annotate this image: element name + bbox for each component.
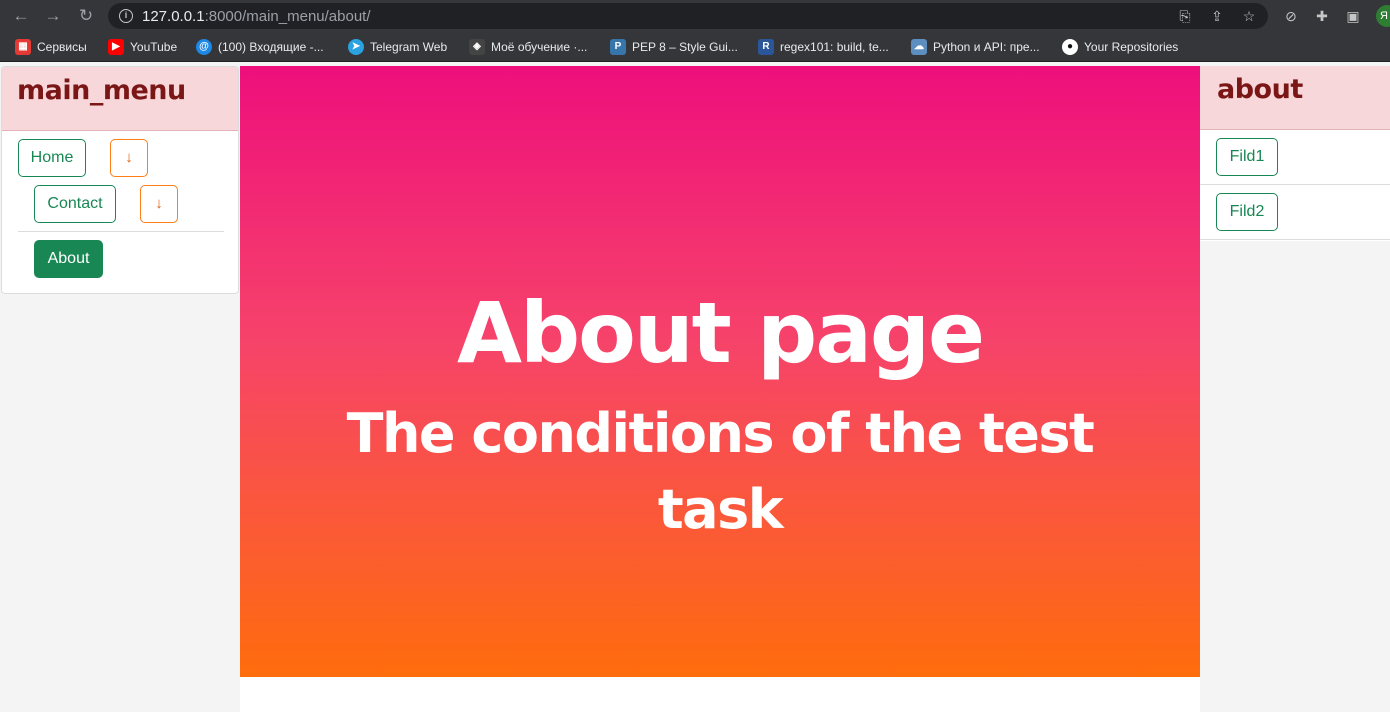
bookmark-label: regex101: build, te... bbox=[780, 40, 889, 54]
about-button[interactable]: About bbox=[34, 240, 103, 278]
contact-expand-arrow-icon[interactable]: ↓ bbox=[140, 185, 178, 223]
content-area bbox=[240, 677, 1200, 712]
about-menu-card: about Fild1 Fild2 bbox=[1200, 66, 1390, 241]
list-item: Fild2 bbox=[1200, 185, 1390, 240]
bookmark-telegram[interactable]: ➤ Telegram Web bbox=[348, 38, 447, 56]
extension-icon[interactable]: ⊘ bbox=[1281, 6, 1301, 26]
cloud-icon: ☁ bbox=[911, 39, 927, 55]
bookmarks-bar: ▦ Сервисы ▶ YouTube @ (100) Входящие -..… bbox=[0, 32, 1390, 62]
youtube-icon: ▶ bbox=[108, 39, 124, 55]
reload-icon[interactable]: ↻ bbox=[75, 5, 97, 27]
fild2-button[interactable]: Fild2 bbox=[1216, 193, 1278, 231]
about-menu-title: about bbox=[1217, 74, 1303, 105]
regex101-icon: R bbox=[758, 39, 774, 55]
home-button[interactable]: Home bbox=[18, 139, 86, 177]
url-text[interactable]: 127.0.0.1:8000/main_menu/about/ bbox=[142, 8, 371, 25]
about-menu-header: about bbox=[1200, 66, 1390, 130]
bookmark-label: Моё обучение ·... bbox=[491, 40, 588, 54]
bookmark-pep8[interactable]: P PEP 8 – Style Gui... bbox=[610, 38, 738, 56]
bookmark-inbox[interactable]: @ (100) Входящие -... bbox=[196, 38, 324, 56]
page-content: main_menu Home ↓ Contact ↓ About About p… bbox=[0, 66, 1390, 712]
translate-icon[interactable]: ⎘ bbox=[1176, 7, 1194, 25]
bookmark-star-icon[interactable]: ☆ bbox=[1240, 7, 1258, 25]
bookmark-services[interactable]: ▦ Сервисы bbox=[15, 38, 87, 56]
bookmark-python-api[interactable]: ☁ Python и API: пре... bbox=[911, 38, 1040, 56]
github-icon: ● bbox=[1062, 39, 1078, 55]
address-bar[interactable]: i 127.0.0.1:8000/main_menu/about/ ⎘ ⇪ ☆ bbox=[108, 3, 1268, 29]
telegram-icon: ➤ bbox=[348, 39, 364, 55]
back-icon[interactable]: ← bbox=[10, 5, 32, 27]
site-info-icon[interactable]: i bbox=[119, 9, 133, 23]
bookmark-label: Your Repositories bbox=[1084, 40, 1179, 54]
bookmark-label: Telegram Web bbox=[370, 40, 448, 54]
bookmark-learning[interactable]: ◈ Моё обучение ·... bbox=[469, 38, 587, 56]
bookmark-label: Python и API: пре... bbox=[933, 40, 1040, 54]
bookmark-label: YouTube bbox=[130, 40, 178, 54]
apps-grid-icon: ▦ bbox=[15, 39, 31, 55]
bookmark-regex101[interactable]: R regex101: build, te... bbox=[758, 38, 889, 56]
main-menu-title: main_menu bbox=[17, 75, 186, 106]
bookmark-label: (100) Входящие -... bbox=[218, 40, 324, 54]
bookmark-label: Сервисы bbox=[37, 40, 87, 54]
share-icon[interactable]: ⇪ bbox=[1208, 7, 1226, 25]
list-item: Fild1 bbox=[1200, 130, 1390, 185]
learning-icon: ◈ bbox=[469, 39, 485, 55]
bookmark-youtube[interactable]: ▶ YouTube bbox=[108, 38, 177, 56]
hero-subtitle: The conditions of the test task bbox=[346, 402, 1095, 541]
fild1-button[interactable]: Fild1 bbox=[1216, 138, 1278, 176]
mail-icon: @ bbox=[196, 39, 212, 55]
menu-divider bbox=[18, 231, 224, 232]
hero-title: About page bbox=[457, 284, 985, 382]
hero-banner: About page The conditions of the test ta… bbox=[240, 66, 1200, 677]
forward-icon[interactable]: → bbox=[42, 5, 64, 27]
python-icon: P bbox=[610, 39, 626, 55]
home-expand-arrow-icon[interactable]: ↓ bbox=[110, 139, 148, 177]
side-panel-icon[interactable]: ▣ bbox=[1343, 6, 1363, 26]
contact-button[interactable]: Contact bbox=[34, 185, 116, 223]
extensions-puzzle-icon[interactable]: ✚ bbox=[1312, 6, 1332, 26]
profile-avatar[interactable]: Я bbox=[1376, 5, 1390, 27]
bookmark-label: PEP 8 – Style Gui... bbox=[632, 40, 738, 54]
browser-toolbar: ← → ↻ i 127.0.0.1:8000/main_menu/about/ … bbox=[0, 0, 1390, 32]
main-menu-header: main_menu bbox=[2, 67, 238, 131]
bookmark-repositories[interactable]: ● Your Repositories bbox=[1062, 38, 1178, 56]
main-menu-card: main_menu Home ↓ Contact ↓ About bbox=[1, 66, 239, 294]
